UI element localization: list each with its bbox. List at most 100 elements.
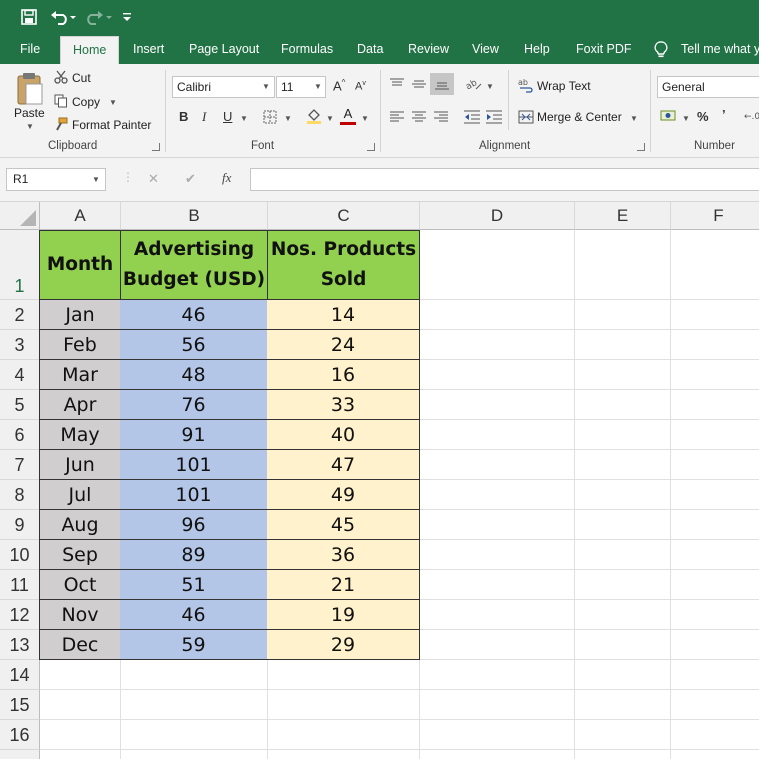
enter-entry-button[interactable]: ✔ xyxy=(185,171,196,187)
merge-dropdown-icon[interactable]: ▼ xyxy=(630,114,638,123)
lightbulb-icon[interactable] xyxy=(654,34,668,64)
orientation-dropdown-icon[interactable]: ▼ xyxy=(486,82,494,91)
borders-icon[interactable] xyxy=(263,110,277,124)
cell-month[interactable]: Jun xyxy=(39,450,121,480)
increase-decimal-icon[interactable]: ←.0 xyxy=(744,109,759,123)
cell-sold[interactable]: 36 xyxy=(267,540,420,570)
cell-month[interactable]: Nov xyxy=(39,600,121,630)
cell-budget[interactable]: 89 xyxy=(120,540,268,570)
row-header-16[interactable]: 16 xyxy=(0,720,40,750)
shrink-font-button[interactable]: Av xyxy=(355,80,366,93)
row-header-15[interactable]: 15 xyxy=(0,690,40,720)
paste-icon[interactable] xyxy=(14,70,44,106)
empty-cell[interactable] xyxy=(575,450,671,480)
cell-sold[interactable]: 49 xyxy=(267,480,420,510)
cell-budget[interactable]: 46 xyxy=(120,600,268,630)
row-header-13[interactable]: 13 xyxy=(0,630,40,660)
font-color-icon[interactable]: A xyxy=(340,107,356,125)
column-header-d[interactable]: D xyxy=(420,202,575,230)
row-header-3[interactable]: 3 xyxy=(0,330,40,360)
cell-sold[interactable]: 45 xyxy=(267,510,420,540)
underline-dropdown-icon[interactable]: ▼ xyxy=(240,114,248,123)
empty-cell[interactable] xyxy=(420,750,575,759)
empty-cell[interactable] xyxy=(575,720,671,750)
empty-cell[interactable] xyxy=(121,660,268,690)
cell-budget[interactable]: 59 xyxy=(120,630,268,660)
empty-cell[interactable] xyxy=(420,330,575,360)
empty-cell[interactable] xyxy=(420,360,575,390)
empty-cell[interactable] xyxy=(575,300,671,330)
empty-cell[interactable] xyxy=(575,230,671,300)
empty-cell[interactable] xyxy=(575,420,671,450)
number-format-select[interactable]: General xyxy=(657,76,759,98)
tab-view[interactable]: View xyxy=(472,34,499,64)
empty-cell[interactable] xyxy=(575,750,671,759)
tab-file[interactable]: File xyxy=(20,34,40,64)
cell-month[interactable]: May xyxy=(39,420,121,450)
empty-cell[interactable] xyxy=(420,600,575,630)
cell-sold[interactable]: 47 xyxy=(267,450,420,480)
empty-cell[interactable] xyxy=(671,330,759,360)
cell-month[interactable]: Oct xyxy=(39,570,121,600)
cell-budget[interactable]: 76 xyxy=(120,390,268,420)
empty-cell[interactable] xyxy=(268,750,420,759)
tab-insert[interactable]: Insert xyxy=(133,34,164,64)
underline-button[interactable]: U xyxy=(223,109,232,124)
row-header-14[interactable]: 14 xyxy=(0,660,40,690)
name-box-dropdown-icon[interactable]: ▼ xyxy=(92,175,100,184)
tab-data[interactable]: Data xyxy=(357,34,383,64)
alignment-launcher-icon[interactable] xyxy=(637,143,645,151)
empty-cell[interactable] xyxy=(420,690,575,720)
empty-cell[interactable] xyxy=(40,660,121,690)
empty-cell[interactable] xyxy=(575,690,671,720)
increase-indent-icon[interactable] xyxy=(486,110,502,124)
header-cell-sold[interactable]: Nos. Products Sold xyxy=(267,230,420,300)
row-header-4[interactable]: 4 xyxy=(0,360,40,390)
empty-cell[interactable] xyxy=(671,300,759,330)
empty-cell[interactable] xyxy=(671,540,759,570)
format-painter-button[interactable]: Format Painter xyxy=(72,118,151,132)
empty-cell[interactable] xyxy=(420,630,575,660)
empty-cell[interactable] xyxy=(575,600,671,630)
cell-month[interactable]: Jan xyxy=(39,300,121,330)
empty-cell[interactable] xyxy=(420,230,575,300)
customize-qat-icon[interactable] xyxy=(120,6,134,28)
tab-home[interactable]: Home xyxy=(60,36,120,64)
row-header-12[interactable]: 12 xyxy=(0,600,40,630)
empty-cell[interactable] xyxy=(575,330,671,360)
empty-cell[interactable] xyxy=(575,360,671,390)
column-header-a[interactable]: A xyxy=(40,202,121,230)
clipboard-launcher-icon[interactable] xyxy=(152,143,160,151)
empty-cell[interactable] xyxy=(575,660,671,690)
empty-cell[interactable] xyxy=(420,510,575,540)
empty-cell[interactable] xyxy=(575,540,671,570)
empty-cell[interactable] xyxy=(420,540,575,570)
empty-cell[interactable] xyxy=(40,720,121,750)
empty-cell[interactable] xyxy=(671,480,759,510)
name-box[interactable]: R1 xyxy=(6,168,106,191)
italic-button[interactable]: I xyxy=(202,109,206,125)
cell-month[interactable]: Dec xyxy=(39,630,121,660)
cell-month[interactable]: Jul xyxy=(39,480,121,510)
cell-sold[interactable]: 21 xyxy=(267,570,420,600)
row-header-5[interactable]: 5 xyxy=(0,390,40,420)
column-header-b[interactable]: B xyxy=(121,202,268,230)
select-all-button[interactable] xyxy=(0,202,40,230)
row-header-10[interactable]: 10 xyxy=(0,540,40,570)
merge-center-button[interactable]: Merge & Center xyxy=(537,110,622,124)
row-header-9[interactable]: 9 xyxy=(0,510,40,540)
empty-cell[interactable] xyxy=(671,660,759,690)
cell-sold[interactable]: 40 xyxy=(267,420,420,450)
empty-cell[interactable] xyxy=(575,510,671,540)
cell-budget[interactable]: 101 xyxy=(120,450,268,480)
header-cell-budget[interactable]: Advertising Budget (USD) xyxy=(120,230,268,300)
empty-cell[interactable] xyxy=(121,690,268,720)
empty-cell[interactable] xyxy=(420,480,575,510)
empty-cell[interactable] xyxy=(420,450,575,480)
cell-budget[interactable]: 51 xyxy=(120,570,268,600)
cell-sold[interactable]: 29 xyxy=(267,630,420,660)
header-cell-month[interactable]: Month xyxy=(39,230,121,300)
empty-cell[interactable] xyxy=(420,720,575,750)
cell-sold[interactable]: 33 xyxy=(267,390,420,420)
formula-input[interactable] xyxy=(250,168,759,191)
